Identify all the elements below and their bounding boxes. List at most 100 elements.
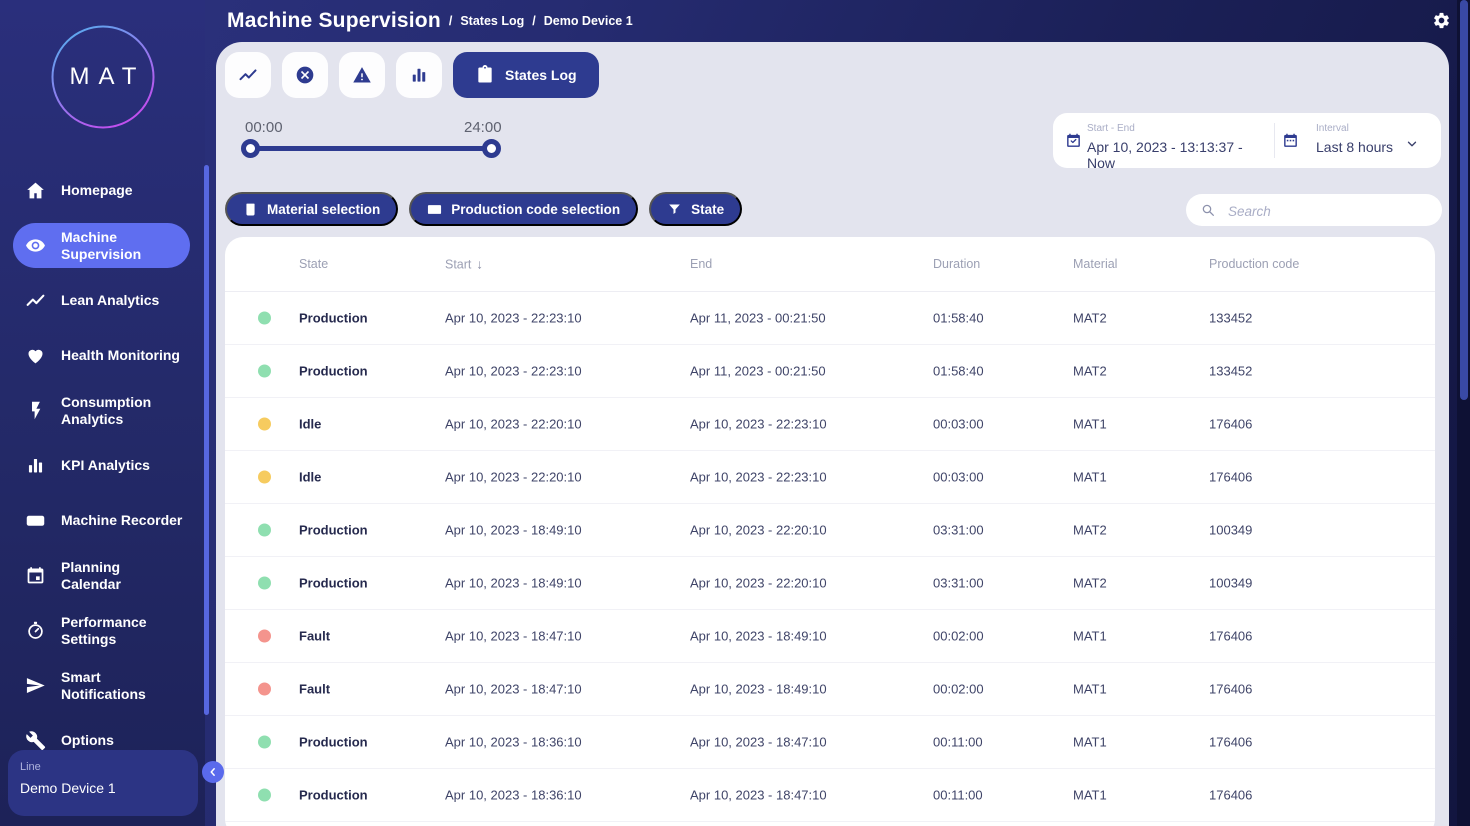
- page-header: Machine Supervision / States Log / Demo …: [227, 0, 633, 42]
- tab-warnings[interactable]: [339, 52, 385, 98]
- sidebar-scrollbar[interactable]: [204, 165, 209, 715]
- sidebar-item-label: Machine Recorder: [61, 512, 182, 529]
- table-row[interactable]: FaultApr 10, 2023 - 18:47:10Apr 10, 2023…: [225, 663, 1435, 716]
- sidebar-collapse-button[interactable]: [202, 761, 224, 783]
- sidebar-item-health-monitoring[interactable]: Health Monitoring: [0, 328, 205, 383]
- clipboard-icon: [475, 65, 495, 85]
- cell-state: Production: [299, 364, 368, 379]
- sidebar-item-lean-analytics[interactable]: Lean Analytics: [0, 273, 205, 328]
- cell-material: MAT1: [1073, 470, 1107, 485]
- table-row[interactable]: ProductionApr 10, 2023 - 22:23:10Apr 11,…: [225, 345, 1435, 398]
- state-filter-button[interactable]: State: [649, 192, 742, 226]
- cell-end: Apr 11, 2023 - 00:21:50: [690, 311, 826, 326]
- material-selection-button[interactable]: Material selection: [225, 192, 398, 226]
- table-row[interactable]: ProductionApr 10, 2023 - 18:36:10Apr 10,…: [225, 769, 1435, 822]
- cell-state: Production: [299, 523, 368, 538]
- sidebar-item-label: Machine Supervision: [61, 229, 141, 262]
- stopwatch-icon: [25, 620, 46, 641]
- page-title: Machine Supervision: [227, 9, 441, 33]
- cancel-circle-icon: [295, 65, 315, 85]
- slider-handle-start[interactable]: [241, 139, 260, 158]
- start-end-picker[interactable]: Start - End Apr 10, 2023 - 13:13:37 - No…: [1053, 113, 1274, 168]
- cell-start: Apr 10, 2023 - 18:36:10: [445, 735, 582, 750]
- breadcrumb-states-log[interactable]: States Log: [460, 14, 524, 28]
- cell-state: Idle: [299, 417, 321, 432]
- sidebar: MAT HomepageMachine SupervisionLean Anal…: [0, 0, 205, 826]
- sidebar-item-label: Lean Analytics: [61, 292, 159, 309]
- start-end-label: Start - End: [1087, 123, 1135, 134]
- sidebar-item-planning-calendar[interactable]: Planning Calendar: [0, 548, 205, 603]
- cell-end: Apr 10, 2023 - 18:49:10: [690, 629, 827, 644]
- cell-production-code: 100349: [1209, 576, 1252, 591]
- status-dot-production: [258, 365, 271, 378]
- production-code-selection-label: Production code selection: [451, 202, 620, 217]
- cell-duration: 03:31:00: [933, 576, 984, 591]
- cell-duration: 01:58:40: [933, 311, 984, 326]
- cell-production-code: 176406: [1209, 682, 1252, 697]
- column-header-production-code[interactable]: Production code: [1209, 257, 1299, 271]
- cell-material: MAT2: [1073, 576, 1107, 591]
- cell-start: Apr 10, 2023 - 22:20:10: [445, 470, 582, 485]
- home-icon: [25, 180, 46, 201]
- chevron-down-icon[interactable]: [1405, 137, 1419, 151]
- table-row[interactable]: ProductionApr 10, 2023 - 22:23:10Apr 11,…: [225, 292, 1435, 345]
- cell-duration: 00:11:00: [933, 735, 983, 750]
- slider-track[interactable]: [250, 146, 492, 151]
- column-header-material[interactable]: Material: [1073, 257, 1117, 271]
- sort-descending-icon: ↓: [476, 257, 483, 272]
- table-row[interactable]: Production Apr 10, 2023 - 18:49:10 Apr 10,…: [225, 504, 1435, 557]
- table-row[interactable]: IdleApr 10, 2023 - 22:20:10Apr 10, 2023 …: [225, 398, 1435, 451]
- sidebar-item-homepage[interactable]: Homepage: [0, 163, 205, 218]
- slider-start-label: 00:00: [245, 119, 283, 136]
- production-code-selection-button[interactable]: Production code selection: [409, 192, 638, 226]
- settings-gear-icon[interactable]: [1432, 11, 1451, 30]
- slider-handle-end[interactable]: [482, 139, 501, 158]
- sidebar-item-machine-recorder[interactable]: Machine Recorder: [0, 493, 205, 548]
- content-panel: States Log 00:00 24:00 Start - End Apr 1…: [216, 42, 1449, 826]
- warning-triangle-icon: [352, 65, 372, 85]
- sidebar-item-label: Smart Notifications: [61, 669, 146, 702]
- cell-start: Apr 10, 2023 - 18:49:10: [445, 523, 582, 538]
- funnel-icon: [667, 202, 682, 217]
- column-header-start[interactable]: Start↓: [445, 257, 483, 272]
- table-body: Production Apr 10, 2023 - 22:23:10 Apr 11,…: [225, 292, 1435, 822]
- column-header-end[interactable]: End: [690, 257, 712, 271]
- breadcrumb-device[interactable]: Demo Device 1: [544, 14, 633, 28]
- table-header-row: State Start↓ End Duration Material Production…: [225, 237, 1435, 292]
- sidebar-item-label: Performance Settings: [61, 614, 147, 647]
- status-dot-idle: [258, 471, 271, 484]
- sidebar-item-machine-supervision[interactable]: Machine Supervision: [13, 223, 190, 268]
- recorder-icon: [25, 510, 46, 531]
- cell-material: MAT2: [1073, 311, 1107, 326]
- cell-duration: 00:02:00: [933, 682, 984, 697]
- cell-start: Apr 10, 2023 - 22:23:10: [445, 364, 582, 379]
- column-header-state[interactable]: State: [299, 257, 328, 271]
- cell-production-code: 133452: [1209, 311, 1252, 326]
- slider-end-label: 24:00: [464, 119, 502, 136]
- table-row[interactable]: ProductionApr 10, 2023 - 18:49:10Apr 10,…: [225, 557, 1435, 610]
- sidebar-item-consumption-analytics[interactable]: Consumption Analytics: [0, 383, 205, 438]
- table-row[interactable]: ProductionApr 10, 2023 - 18:36:10Apr 10,…: [225, 716, 1435, 769]
- search-input[interactable]: [1226, 194, 1430, 228]
- cell-state: Fault: [299, 682, 330, 697]
- sidebar-item-kpi-analytics[interactable]: KPI Analytics: [0, 438, 205, 493]
- table-row[interactable]: IdleApr 10, 2023 - 22:20:10Apr 10, 2023 …: [225, 451, 1435, 504]
- sidebar-item-smart-notifications[interactable]: Smart Notifications: [0, 658, 205, 713]
- cell-duration: 00:03:00: [933, 417, 984, 432]
- cell-material: MAT1: [1073, 788, 1107, 803]
- cell-state: Idle: [299, 470, 321, 485]
- cell-duration: 03:31:00: [933, 523, 984, 538]
- cell-duration: 00:02:00: [933, 629, 984, 644]
- sidebar-item-performance-settings[interactable]: Performance Settings: [0, 603, 205, 658]
- column-header-duration[interactable]: Duration: [933, 257, 980, 271]
- page-scrollbar-thumb[interactable]: [1460, 0, 1468, 400]
- tab-trends[interactable]: [225, 52, 271, 98]
- tab-statistics[interactable]: [396, 52, 442, 98]
- table-row[interactable]: FaultApr 10, 2023 - 18:47:10Apr 10, 2023…: [225, 610, 1435, 663]
- tab-states-log[interactable]: States Log: [453, 52, 599, 98]
- tab-faults[interactable]: [282, 52, 328, 98]
- heart-pulse-icon: [25, 345, 46, 366]
- device-card[interactable]: Line Demo Device 1: [8, 750, 198, 816]
- cell-end: Apr 10, 2023 - 22:20:10: [690, 523, 827, 538]
- send-icon: [25, 675, 46, 696]
